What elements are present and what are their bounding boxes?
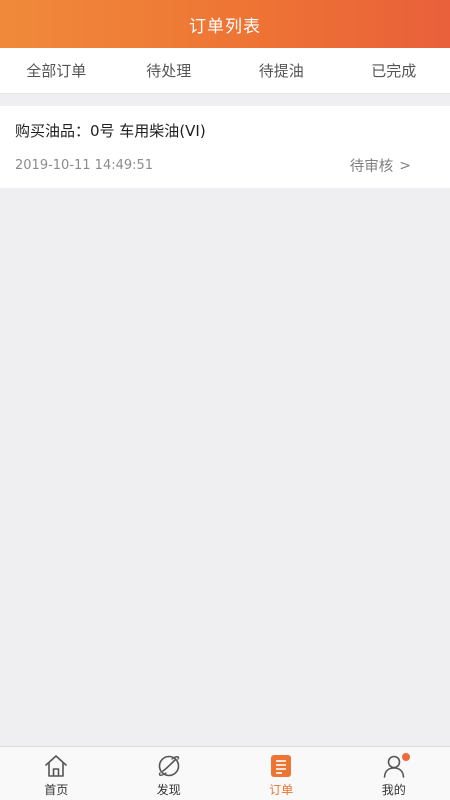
bottom-tab-bar: 首页 发现 订单 我的 xyxy=(0,746,450,800)
tab-pending[interactable]: 待处理 xyxy=(113,60,226,81)
notification-badge xyxy=(401,753,410,761)
tabbar-item-discover[interactable]: 发现 xyxy=(113,747,226,800)
page-title: 订单列表 xyxy=(189,16,261,37)
tab-all-orders[interactable]: 全部订单 xyxy=(0,60,113,81)
tabbar-item-mine[interactable]: 我的 xyxy=(338,747,450,800)
home-icon xyxy=(45,755,68,777)
tabbar-label-discover: 发现 xyxy=(156,783,181,797)
tabbar-item-orders[interactable]: 订单 xyxy=(225,747,338,800)
app-header: 订单列表 xyxy=(0,0,450,48)
section-divider xyxy=(0,94,450,106)
tabbar-item-home[interactable]: 首页 xyxy=(0,747,113,800)
order-title: 购买油品：0号 车用柴油(VI) xyxy=(15,122,206,140)
order-item[interactable]: 购买油品：0号 车用柴油(VI) 2019-10-11 14:49:51 待审核… xyxy=(0,106,450,188)
tab-completed[interactable]: 已完成 xyxy=(338,60,450,81)
tabbar-label-orders: 订单 xyxy=(269,783,294,797)
order-timestamp: 2019-10-11 14:49:51 xyxy=(15,158,154,173)
order-status[interactable]: 待审核 > xyxy=(350,155,411,176)
planet-icon xyxy=(158,755,180,777)
tabbar-label-mine: 我的 xyxy=(381,783,406,797)
tab-awaiting-pickup[interactable]: 待提油 xyxy=(225,60,338,81)
tabbar-label-home: 首页 xyxy=(44,783,69,797)
order-list-icon xyxy=(271,755,292,777)
order-status-label: 待审核 xyxy=(349,159,394,175)
chevron-right-icon: > xyxy=(399,157,411,174)
order-filter-tabs: 全部订单 待处理 待提油 已完成 xyxy=(0,48,450,94)
